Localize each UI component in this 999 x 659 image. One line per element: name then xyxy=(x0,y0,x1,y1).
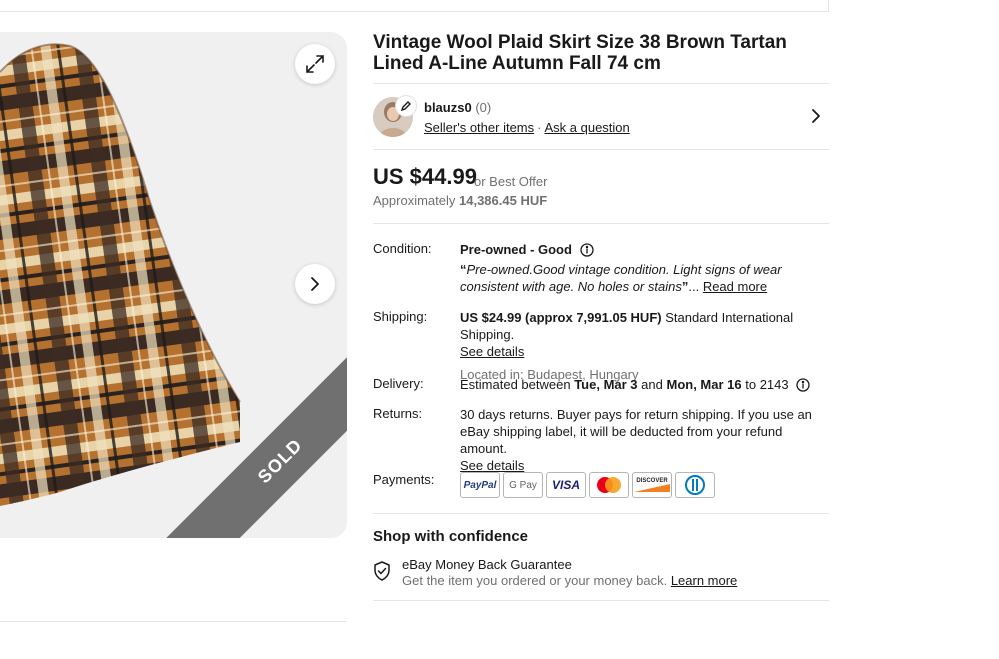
visa-logo: VISA xyxy=(546,472,586,498)
seller-username[interactable]: blauzs0 xyxy=(424,100,472,115)
confidence-title: Shop with confidence xyxy=(373,528,529,545)
shipping-label: Shipping: xyxy=(373,309,428,324)
condition-value: Pre-owned - Good “Pre-owned.Good vintage… xyxy=(460,241,829,295)
link-separator: · xyxy=(537,120,542,135)
price-section: US $44.99 or Best Offer Approximately 14… xyxy=(373,149,829,224)
delivery-label: Delivery: xyxy=(373,376,424,391)
delivery-start: Tue, Mar 3 xyxy=(574,377,638,392)
discover-logo: DISCOVER xyxy=(632,472,672,498)
expand-image-button[interactable] xyxy=(295,44,335,84)
paypal-logo: PayPal xyxy=(460,472,500,498)
condition-quote: “Pre-owned.Good vintage condition. Light… xyxy=(460,262,782,294)
google-pay-logo: G Pay xyxy=(503,472,543,498)
payments-label: Payments: xyxy=(373,472,435,487)
approx-value: 14,386.45 HUF xyxy=(459,193,548,208)
image-gallery[interactable]: SOLD xyxy=(0,32,347,538)
learn-more-link[interactable]: Learn more xyxy=(671,573,737,588)
diners-club-logo xyxy=(675,472,715,498)
item-info-section: Condition: Pre-owned - Good “Pre-owned.G… xyxy=(373,223,829,498)
price-approx: Approximately 14,386.45 HUF xyxy=(373,193,547,208)
approx-prefix: Approximately xyxy=(373,193,456,208)
item-details: Vintage Wool Plaid Skirt Size 38 Brown T… xyxy=(373,32,829,601)
expand-icon xyxy=(306,55,324,73)
chevron-right-icon xyxy=(311,277,319,291)
shipping-see-details-link[interactable]: See details xyxy=(460,344,524,359)
returns-text: 30 days returns. Buyer pays for return s… xyxy=(460,407,812,456)
shield-check-icon xyxy=(374,561,390,581)
seller-feedback-count: (0) xyxy=(475,100,492,115)
shipping-value: US $24.99 (approx 7,991.05 HUF) Standard… xyxy=(460,309,829,383)
info-icon[interactable] xyxy=(796,378,810,392)
edit-avatar-badge[interactable] xyxy=(396,96,416,116)
seller-links: Seller's other items · Ask a question xyxy=(424,120,630,135)
delivery-zip: to 2143 xyxy=(745,377,789,392)
money-back-guarantee: eBay Money Back Guarantee xyxy=(402,557,572,572)
seller-card[interactable]: blauzs0 (0) Seller's other items · Ask a q… xyxy=(373,83,829,149)
gallery-bottom-divider xyxy=(0,621,347,622)
returns-value: 30 days returns. Buyer pays for return s… xyxy=(460,406,829,474)
seller-chevron-button[interactable] xyxy=(809,108,823,129)
top-border xyxy=(0,0,829,12)
guarantee-description-line: Get the item you ordered or your money b… xyxy=(402,573,738,588)
item-title: Vintage Wool Plaid Skirt Size 38 Brown T… xyxy=(373,32,787,74)
shop-with-confidence: Shop with confidence eBay Money Back Gua… xyxy=(373,513,829,601)
chevron-right-icon xyxy=(812,109,820,123)
delivery-end: Mon, Mar 16 xyxy=(666,377,742,392)
seller-name-line: blauzs0 (0) xyxy=(424,100,491,115)
best-offer-label: or Best Offer xyxy=(474,174,548,189)
next-image-button[interactable] xyxy=(295,264,335,304)
shipping-cost: US $24.99 (approx 7,991.05 HUF) xyxy=(460,310,662,325)
returns-label: Returns: xyxy=(373,406,423,421)
read-more-link[interactable]: Read more xyxy=(703,279,767,294)
ask-question-link[interactable]: Ask a question xyxy=(544,120,629,135)
seller-other-items-link[interactable]: Seller's other items xyxy=(424,120,534,135)
item-price: US $44.99 xyxy=(373,164,477,189)
condition-label: Condition: xyxy=(373,241,432,256)
payment-methods: PayPal G Pay VISA DISCOVER xyxy=(460,472,715,498)
info-icon[interactable] xyxy=(579,243,594,257)
delivery-value: Estimated between Tue, Mar 3 and Mon, Ma… xyxy=(460,376,829,393)
returns-see-details-link[interactable]: See details xyxy=(460,458,524,473)
mastercard-logo xyxy=(589,472,629,498)
edit-pencil-icon xyxy=(400,101,411,112)
condition-text: Pre-owned - Good xyxy=(460,242,572,257)
